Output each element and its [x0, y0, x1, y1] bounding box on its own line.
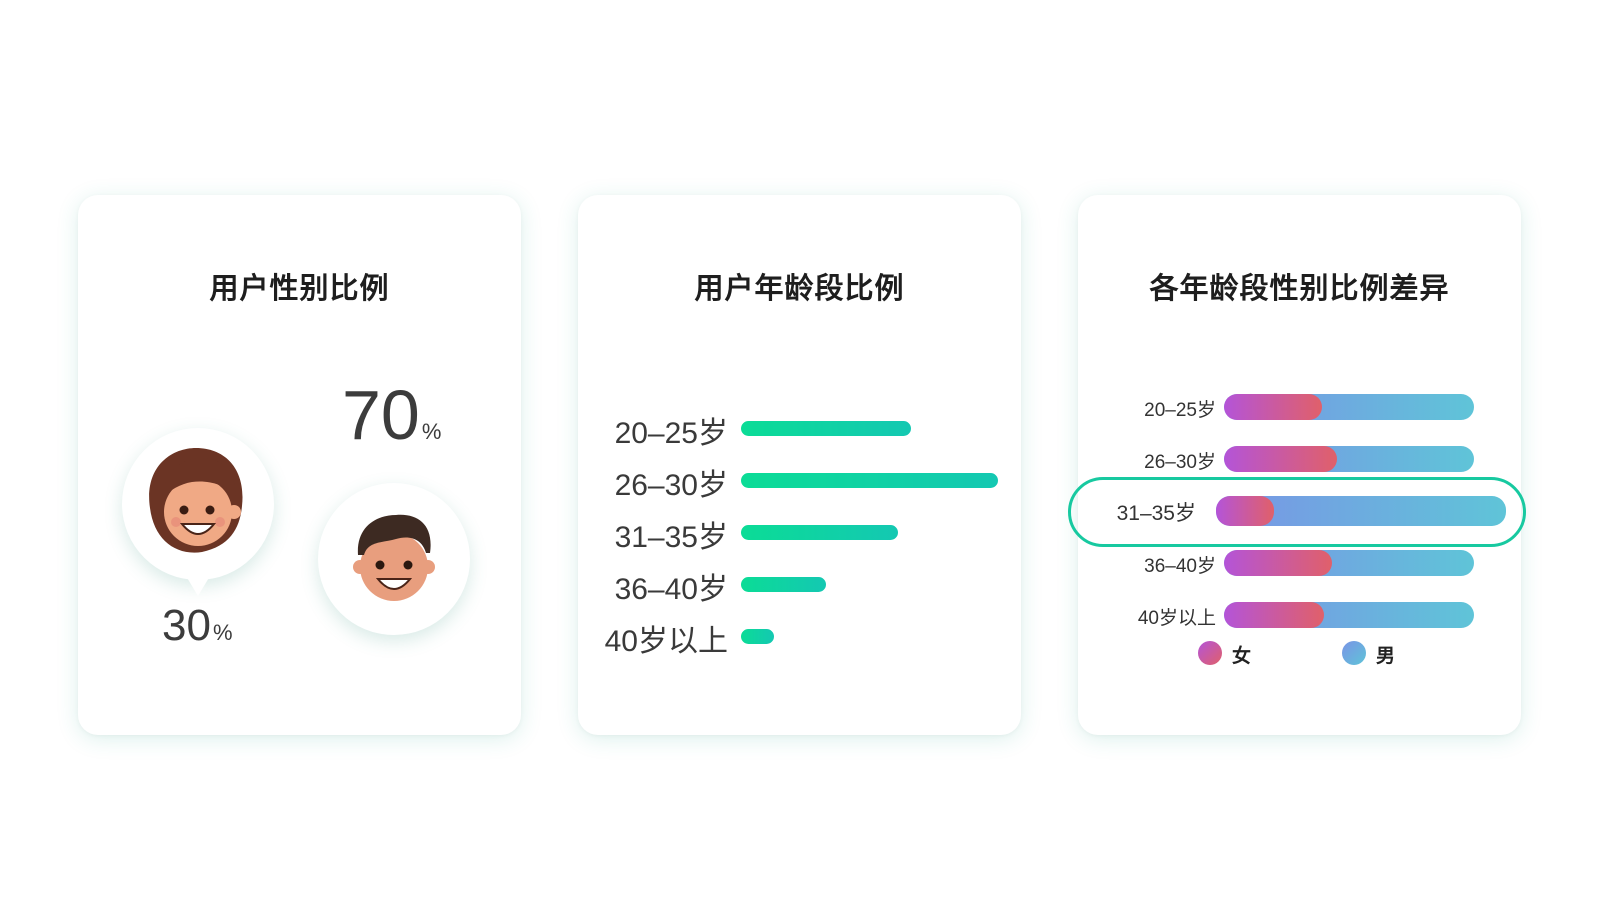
age-label: 26–30岁 — [614, 469, 728, 502]
female-percentage: 30% — [162, 601, 233, 651]
age-label: 31–35岁 — [614, 521, 728, 554]
age-gender-diff-card: 各年龄段性别比例差异 20–25岁 26–30岁 31–35岁 36–40岁 40岁以上… — [1068, 195, 1526, 735]
legend-swatch — [1198, 641, 1222, 665]
gender-ratio-card: 用户性别比例 30% 70% — [78, 195, 521, 735]
legend-label: 男 — [1376, 645, 1396, 667]
male-percentage: 70% — [342, 375, 441, 455]
legend-swatch — [1342, 641, 1366, 665]
age-bar — [741, 629, 775, 644]
diff-male-bar — [1224, 602, 1474, 628]
diff-male-bar — [1224, 446, 1474, 472]
diff-age-label: 36–40岁 — [1144, 556, 1216, 577]
male-avatar-icon — [353, 514, 435, 601]
male-bubble-tail — [380, 465, 404, 485]
male-percentage-value: 70 — [342, 376, 420, 454]
diff-female-bar — [1224, 550, 1332, 576]
age-bar — [741, 577, 826, 592]
diff-age-label: 20–25岁 — [1144, 400, 1216, 421]
female-avatar-icon — [149, 448, 243, 553]
gender-card-title: 用户性别比例 — [209, 271, 390, 305]
female-percentage-unit: % — [212, 620, 233, 645]
female-bubble — [122, 428, 274, 580]
male-percentage-unit: % — [421, 419, 442, 444]
age-label: 36–40岁 — [614, 573, 728, 606]
diff-female-bar — [1224, 446, 1337, 472]
age-bar — [741, 473, 998, 488]
diff-age-label: 40岁以上 — [1137, 608, 1216, 629]
female-bubble-tail — [186, 576, 210, 596]
age-bar — [741, 421, 911, 436]
female-percentage-value: 30 — [162, 601, 211, 650]
age-label: 20–25岁 — [614, 417, 728, 450]
diff-male-bar — [1224, 394, 1474, 420]
legend-label: 女 — [1232, 645, 1252, 667]
diff-card-title: 各年龄段性别比例差异 — [1149, 271, 1450, 305]
age-card-title: 用户年龄段比例 — [694, 271, 905, 305]
age-label: 40岁以上 — [604, 625, 728, 658]
highlight-ring — [1068, 477, 1526, 547]
age-bar — [741, 525, 898, 540]
diff-female-bar — [1224, 602, 1324, 628]
diff-male-bar — [1224, 550, 1474, 576]
male-bubble — [318, 483, 470, 635]
age-ratio-card: 用户年龄段比例 20–25岁 26–30岁 31–35岁 36–40岁 40岁以上 — [578, 195, 1021, 735]
diff-female-bar — [1224, 394, 1322, 420]
diff-age-label: 26–30岁 — [1144, 452, 1216, 473]
